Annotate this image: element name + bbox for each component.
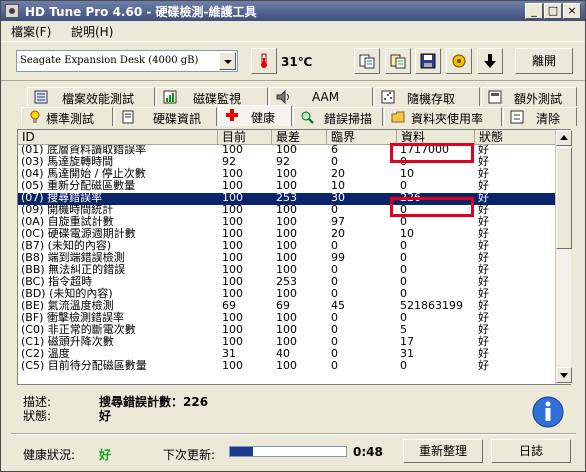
refresh-button[interactable]: 重新整理 xyxy=(403,439,483,463)
scroll-down-button[interactable] xyxy=(556,367,572,383)
column-header-threshold[interactable]: 臨界 xyxy=(327,130,397,145)
tab-erase[interactable]: 清除 xyxy=(503,107,577,126)
tab-file-benchmark[interactable]: 檔案效能測試 xyxy=(27,87,155,106)
hdd-app-icon[interactable] xyxy=(5,4,19,18)
tab-error-scan[interactable]: 錯誤掃描 xyxy=(293,107,383,126)
menu-bar: 檔案(F) 說明(H) xyxy=(1,21,585,40)
copy-info-icon xyxy=(390,54,406,69)
table-cell: (C5) 目前待分配磁區數量 xyxy=(21,359,147,372)
table-header: ID 目前 最差 臨界 資料 狀態 xyxy=(18,130,555,145)
description-value: 搜尋錯誤計數：226 xyxy=(99,395,209,409)
table-cell: 0 xyxy=(400,359,407,372)
scroll-thumb[interactable] xyxy=(556,147,572,249)
tab-disk-info[interactable]: 硬碟資訊 xyxy=(114,107,217,126)
tab-folder-usage[interactable]: 資料夾使用率 xyxy=(384,107,502,126)
highlight-box xyxy=(390,143,474,163)
scroll-up-arrow-icon xyxy=(560,135,568,140)
status-label: 狀態: xyxy=(23,409,52,423)
save-button[interactable] xyxy=(415,48,441,74)
tab-label: 檔案效能測試 xyxy=(62,92,135,106)
erase-icon xyxy=(510,110,524,124)
column-header-status[interactable]: 狀態 xyxy=(475,130,555,145)
exit-button[interactable]: 離開 xyxy=(515,48,573,74)
column-header-id[interactable]: ID xyxy=(18,130,218,145)
tab-extra-tests[interactable]: 額外測試 xyxy=(481,87,577,106)
tab-label: 硬碟資訊 xyxy=(153,112,202,126)
options-icon xyxy=(452,54,466,68)
thermometer-button[interactable] xyxy=(251,48,277,74)
scroll-up-button[interactable] xyxy=(556,130,572,146)
drive-select[interactable]: Seagate Expansion Desk (4000 gB) xyxy=(16,50,238,72)
extra-tests-icon xyxy=(488,90,502,104)
next-update-value: 0:48 xyxy=(353,445,383,459)
table-cell: 0 xyxy=(331,359,338,372)
copy-button[interactable] xyxy=(354,48,380,74)
temperature-value: 31℃ xyxy=(281,55,313,69)
maximize-button[interactable]: □ xyxy=(544,3,562,19)
folder-icon xyxy=(391,111,405,123)
update-progress-bar xyxy=(229,446,347,457)
smart-table: ID 目前 最差 臨界 資料 狀態 (01) 底層資料讀取錯誤率 100 100 6 1… xyxy=(17,129,572,385)
next-update-label: 下次更新: xyxy=(163,448,216,462)
magnifier-icon xyxy=(301,111,314,124)
scroll-down-arrow-icon xyxy=(560,373,568,378)
minimize-button[interactable]: _ xyxy=(525,3,543,19)
save-icon xyxy=(420,53,436,69)
tab-label: 額外測試 xyxy=(514,92,563,106)
tab-row-2: 標準測試 硬碟資訊 健康 錯誤掃描 資料夾使用率 清除 xyxy=(11,105,577,126)
tab-label: 標準測試 xyxy=(46,112,95,126)
table-row[interactable]: (C5) 目前待分配磁區數量 100 100 0 0 好 xyxy=(18,359,555,373)
copy-info-button[interactable] xyxy=(385,48,411,74)
highlight-box xyxy=(390,197,474,217)
status-value: 好 xyxy=(99,409,112,423)
toolbar: Seagate Expansion Desk (4000 gB) 31℃ 離開 xyxy=(1,41,585,81)
table-cell: 好 xyxy=(478,359,489,372)
health-label: 健康狀況: xyxy=(23,448,76,462)
down-arrow-icon xyxy=(484,54,496,68)
tab-label: 清除 xyxy=(536,112,561,126)
red-cross-icon xyxy=(226,109,238,121)
tab-random-access[interactable]: 隨機存取 xyxy=(374,87,480,106)
thermometer-icon xyxy=(261,53,267,68)
tab-aam[interactable]: AAM xyxy=(269,87,373,106)
down-arrow-button[interactable] xyxy=(477,48,503,74)
tab-health[interactable]: 健康 xyxy=(218,105,292,126)
title-bar[interactable]: HD Tune Pro 4.60 - 硬碟檢測-維護工具 _ □ × xyxy=(1,1,585,21)
log-button[interactable]: 日誌 xyxy=(491,439,571,463)
menu-file[interactable]: 檔案(F) xyxy=(11,23,51,40)
tab-row-1: 檔案效能測試 磁碟監視 AAM 隨機存取 額外測試 xyxy=(11,87,577,106)
drive-select-value: Seagate Expansion Desk (4000 gB) xyxy=(20,55,199,66)
tab-label: AAM xyxy=(312,90,340,104)
tab-label: 健康 xyxy=(251,111,276,125)
document-icon xyxy=(122,110,134,124)
column-header-current[interactable]: 目前 xyxy=(218,130,272,145)
copy-icon xyxy=(359,54,375,69)
tab-benchmark[interactable]: 標準測試 xyxy=(21,107,113,126)
table-cell: 100 xyxy=(222,359,243,372)
table-cell: 100 xyxy=(276,359,297,372)
tab-disk-monitor[interactable]: 磁碟監視 xyxy=(156,87,268,106)
vertical-scrollbar[interactable] xyxy=(555,130,572,384)
monitor-chart-icon xyxy=(163,90,177,104)
table-cell: 521863199 xyxy=(400,299,463,312)
random-access-icon xyxy=(381,90,395,104)
info-icon[interactable] xyxy=(531,395,565,429)
window-title: HD Tune Pro 4.60 - 硬碟檢測-維護工具 xyxy=(25,5,257,19)
tab-label: 錯誤掃描 xyxy=(324,112,373,126)
column-header-worst[interactable]: 最差 xyxy=(272,130,327,145)
table-body: (01) 底層資料讀取錯誤率 100 100 6 1717000 好 (03) 馬達旋轉時間… xyxy=(18,145,555,385)
chevron-down-icon[interactable] xyxy=(219,52,236,70)
options-button[interactable] xyxy=(446,48,472,74)
file-benchmark-icon xyxy=(34,90,48,104)
tab-label: 隨機存取 xyxy=(407,92,456,106)
separator xyxy=(11,433,576,435)
app-window: HD Tune Pro 4.60 - 硬碟檢測-維護工具 _ □ × 檔案(F)… xyxy=(0,0,586,472)
menu-help[interactable]: 說明(H) xyxy=(71,23,113,40)
tab-label: 資料夾使用率 xyxy=(411,112,484,126)
close-button[interactable]: × xyxy=(563,3,581,19)
update-progress-fill xyxy=(230,447,254,456)
health-value: 好 xyxy=(99,448,112,462)
lightbulb-icon xyxy=(30,110,40,123)
speaker-icon xyxy=(276,90,289,104)
